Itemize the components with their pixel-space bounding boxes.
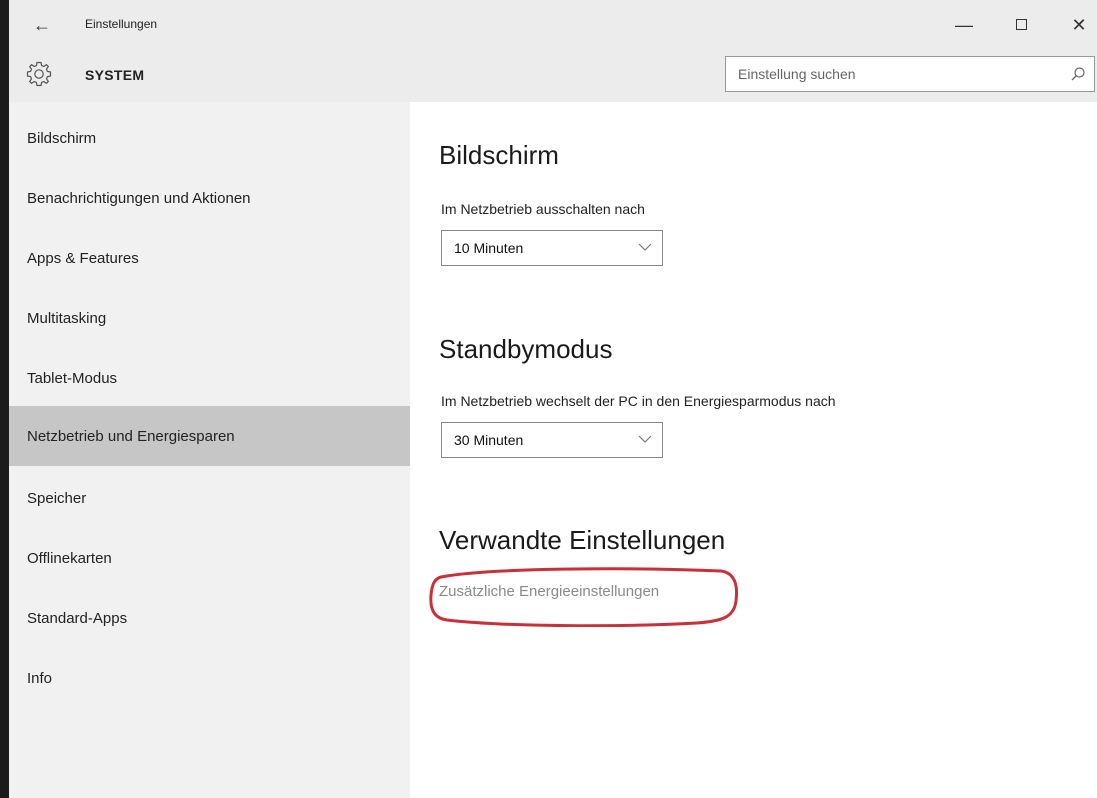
section-title-related: Verwandte Einstellungen — [439, 525, 726, 555]
search-box[interactable] — [725, 56, 1095, 92]
section-title-bildschirm: Bildschirm — [439, 140, 559, 170]
sidebar-item-tablet-modus[interactable]: Tablet-Modus — [9, 348, 410, 408]
sidebar-item-speicher[interactable]: Speicher — [9, 468, 410, 528]
page-title: SYSTEM — [85, 67, 145, 83]
maximize-button[interactable] — [1001, 10, 1041, 40]
search-icon[interactable] — [1070, 66, 1086, 82]
chevron-down-icon — [638, 243, 652, 251]
highlight-annotation — [429, 567, 739, 627]
back-arrow-icon: ← — [33, 15, 51, 35]
section-title-standby: Standbymodus — [439, 334, 613, 364]
standby-label: Im Netzbetrieb wechselt der PC in den En… — [441, 393, 836, 409]
window-title: Einstellungen — [85, 17, 158, 31]
close-button[interactable]: ✕ — [1059, 10, 1097, 40]
window-left-edge — [0, 0, 9, 798]
sidebar-item-multitasking[interactable]: Multitasking — [9, 288, 410, 348]
settings-header: SYSTEM — [9, 50, 1097, 102]
close-icon: ✕ — [1071, 15, 1087, 35]
sidebar: Bildschirm Benachrichtigungen und Aktion… — [9, 102, 410, 798]
sidebar-item-bildschirm[interactable]: Bildschirm — [9, 108, 410, 168]
standby-dropdown[interactable]: 30 Minuten — [441, 422, 663, 458]
minimize-button[interactable]: — — [944, 10, 984, 40]
sidebar-item-benachrichtigungen[interactable]: Benachrichtigungen und Aktionen — [9, 168, 410, 228]
sidebar-item-standard-apps[interactable]: Standard-Apps — [9, 588, 410, 648]
screen-off-label: Im Netzbetrieb ausschalten nach — [441, 201, 645, 217]
screen-off-value: 10 Minuten — [454, 240, 524, 256]
back-button[interactable]: ← — [27, 12, 57, 38]
search-input[interactable] — [726, 57, 1056, 91]
standby-value: 30 Minuten — [454, 432, 524, 448]
minimize-icon: — — [955, 15, 973, 35]
main-content: Bildschirm Im Netzbetrieb ausschalten na… — [410, 102, 1097, 798]
gear-icon — [26, 61, 52, 87]
screen-off-dropdown[interactable]: 10 Minuten — [441, 230, 663, 266]
maximize-icon — [1015, 19, 1027, 31]
sidebar-item-offlinekarten[interactable]: Offlinekarten — [9, 528, 410, 588]
chevron-down-icon — [638, 435, 652, 443]
sidebar-item-apps-features[interactable]: Apps & Features — [9, 228, 410, 288]
sidebar-item-info[interactable]: Info — [9, 648, 410, 708]
title-bar: ← Einstellungen — ✕ — [9, 0, 1097, 50]
sidebar-item-netzbetrieb[interactable]: Netzbetrieb und Energiesparen — [9, 406, 410, 466]
